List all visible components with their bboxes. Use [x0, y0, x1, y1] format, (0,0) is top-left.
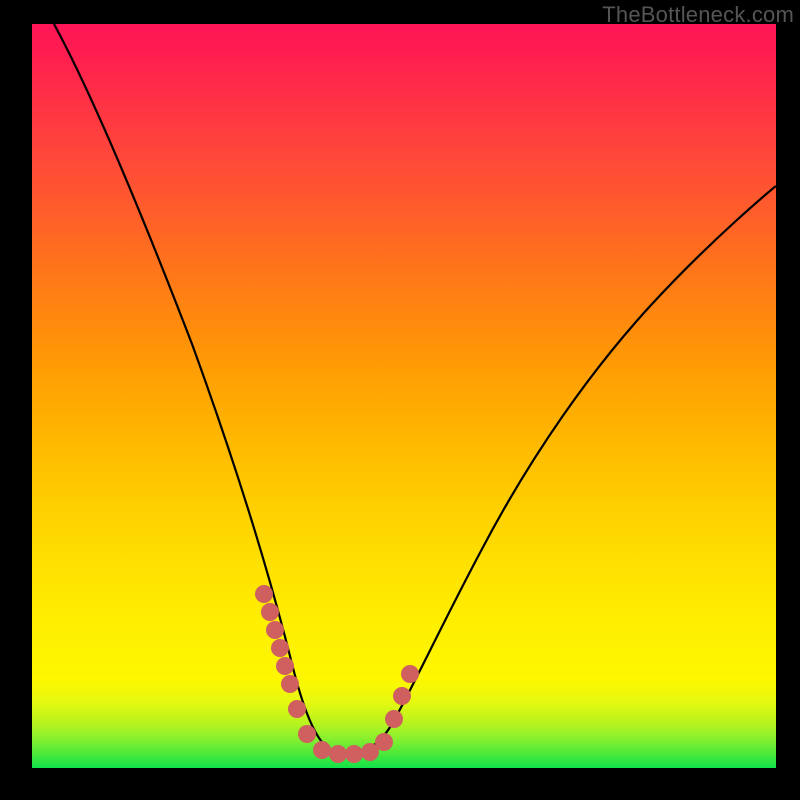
dot [298, 725, 316, 743]
dot [393, 687, 411, 705]
dot [255, 585, 273, 603]
plot-area [32, 24, 776, 768]
chart-frame: TheBottleneck.com [0, 0, 800, 800]
dot [271, 639, 289, 657]
dot [329, 745, 347, 763]
dot [281, 675, 299, 693]
watermark-text: TheBottleneck.com [602, 2, 794, 28]
highlight-dots-group [255, 585, 419, 763]
dot [313, 741, 331, 759]
dot [385, 710, 403, 728]
dot [375, 733, 393, 751]
dot [401, 665, 419, 683]
dot [261, 603, 279, 621]
dot [345, 745, 363, 763]
bottleneck-curve [54, 24, 776, 754]
dot [266, 621, 284, 639]
dot [276, 657, 294, 675]
dot [288, 700, 306, 718]
curve-layer [32, 24, 776, 768]
